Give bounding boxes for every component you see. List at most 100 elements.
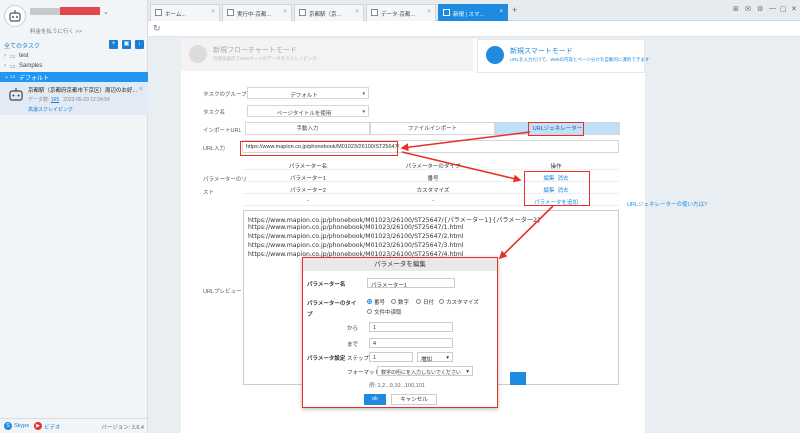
to-input[interactable]: 4	[369, 338, 453, 348]
sidebar: ⌄ 料金を払うに行く >> 全てのタスク + ▣ ↓ › ▭ test › ▭ …	[0, 0, 148, 433]
robot-icon	[9, 88, 23, 101]
import-url-label: インポートURL	[203, 128, 242, 134]
caret-down-icon: ▾	[466, 369, 469, 375]
close-icon[interactable]: ×	[355, 9, 359, 15]
smart-mode-title: 新規スマートモード	[510, 48, 573, 55]
preview-line: https://www.mapion.co.jp/phonebook/M0102…	[248, 233, 464, 240]
caret-down-icon: ▾	[446, 355, 449, 361]
step-label: ステップ	[347, 356, 370, 362]
mail-icon[interactable]: ✉	[745, 5, 751, 13]
close-icon[interactable]: ×	[427, 9, 431, 15]
ok-button[interactable]: ok	[364, 394, 386, 405]
folder-icon: ▭	[10, 64, 16, 70]
edit-param-dialog: パラメータを編集 パラメーター名 パラメーター1 パラメーターのタイ プ 番号 …	[302, 257, 498, 408]
radio-digits[interactable]	[391, 299, 396, 304]
import-icon[interactable]: ↓	[135, 40, 144, 49]
folder-icon: ▭	[10, 74, 16, 80]
version-label: バージョン: 3.6.4	[101, 425, 144, 431]
tab-home[interactable]: ホーム... ×	[150, 4, 220, 21]
task-data-count[interactable]: 165	[51, 97, 59, 103]
param-name-label: パラメーター名	[307, 282, 346, 288]
param-table-header: パラメーター名 パラメーターのタイプ 操作	[243, 160, 619, 170]
highlight-operations	[524, 171, 590, 206]
step-input[interactable]: 1	[369, 352, 413, 362]
tab-new-smart[interactable]: 新規 | スマ... ×	[438, 4, 508, 21]
profile: ⌄ 料金を払うに行く >>	[0, 0, 147, 38]
maximize-icon[interactable]: ▢	[780, 5, 787, 13]
tab-file-import[interactable]: ファイルインポート	[370, 122, 495, 135]
tab-running[interactable]: 実行中-京都... ×	[222, 4, 292, 21]
param-name-input[interactable]: パラメーター1	[367, 278, 455, 289]
preview-line: https://www.mapion.co.jp/phonebook/M0102…	[248, 224, 464, 231]
param-list-label-2: スト	[203, 190, 215, 196]
refresh-icon[interactable]: ↻	[153, 23, 161, 34]
video-link[interactable]: ビデオ	[44, 423, 61, 431]
gear-icon[interactable]: ⚙	[757, 5, 763, 13]
save-button[interactable]	[510, 372, 526, 385]
close-icon[interactable]: ×	[211, 9, 215, 15]
tab-kyoto[interactable]: 京都駅（京... ×	[294, 4, 364, 21]
url-input-label: URL入力	[203, 146, 226, 152]
robot-icon	[9, 10, 21, 22]
page-icon	[227, 9, 234, 16]
chevron-down-icon[interactable]: ⌄	[103, 8, 109, 16]
cancel-button[interactable]: キャンセル	[391, 394, 437, 405]
close-icon[interactable]: ×	[283, 9, 287, 15]
close-window-icon[interactable]: ✕	[791, 5, 797, 13]
group-samples[interactable]: › ▭ Samples	[0, 62, 148, 72]
group-select[interactable]: デフォルト ▾	[247, 87, 369, 99]
tab-data[interactable]: データ-京都... ×	[366, 4, 436, 21]
task-item[interactable]: 京都駅（京都府京都市下京区）周辺のお好... データ数: 165 2023-05…	[0, 82, 148, 115]
radio-custom[interactable]	[439, 299, 444, 304]
task-meta: データ数: 165 2023-05-29 12:34:54	[28, 97, 110, 103]
format-label: フォーマット	[347, 370, 381, 376]
url-preview-label: URLプレビュー	[203, 289, 242, 295]
video-icon: ▶	[34, 422, 42, 430]
gift-icon[interactable]: ⊞	[733, 5, 739, 13]
help-link[interactable]: URLジェネレーターの使い方は?	[627, 200, 707, 208]
format-select[interactable]: 数字の桁にを入力しないでください ▾	[377, 366, 473, 376]
task-name-select[interactable]: ページタイトルを使用 ▾	[247, 105, 369, 117]
from-input[interactable]: 1	[369, 322, 453, 332]
group-default[interactable]: ⌄ ▭ デフォルト	[0, 72, 148, 82]
radio-number[interactable]	[367, 299, 372, 304]
flowchart-mode-card[interactable]: 新規フローチャートモード 可視化操作でWebページのデータをスクレイピング、	[181, 39, 473, 71]
toolbar: ↻	[148, 21, 800, 37]
minimize-icon[interactable]: —	[769, 5, 776, 12]
pay-link[interactable]: 料金を払うに行く >>	[30, 27, 82, 35]
chevron-down-icon: ⌄	[4, 74, 10, 80]
tab-bar: ホーム... × 実行中-京都... × 京都駅（京... × データ-京都..…	[148, 0, 800, 21]
task-name-label: タスク名	[203, 110, 226, 116]
skype-icon: S	[4, 422, 12, 430]
radio-from-file[interactable]	[367, 309, 372, 314]
folder-icon: ▭	[10, 54, 16, 60]
smart-robot-icon	[486, 46, 504, 64]
sidebar-footer: S Skype ▶ ビデオ バージョン: 3.6.4	[0, 418, 148, 433]
close-icon[interactable]: ×	[139, 86, 143, 93]
group-test[interactable]: › ▭ test	[0, 52, 148, 62]
add-folder-icon[interactable]: ▣	[122, 40, 131, 49]
from-label: から	[347, 326, 359, 332]
param-settings-label: パラメータ設定	[307, 356, 346, 362]
radio-date[interactable]	[416, 299, 421, 304]
chevron-right-icon: ›	[4, 63, 6, 69]
caret-down-icon: ▾	[362, 109, 365, 115]
add-task-icon[interactable]: +	[109, 40, 118, 49]
page-icon	[443, 9, 450, 16]
close-icon[interactable]: ×	[499, 9, 503, 15]
avatar[interactable]	[4, 5, 26, 27]
task-list-header: 全てのタスク + ▣ ↓	[0, 38, 148, 50]
new-tab-button[interactable]: +	[512, 5, 517, 15]
preview-line: https://www.mapion.co.jp/phonebook/M0102…	[248, 217, 542, 224]
param-list-label: パラメーターのリ	[203, 177, 247, 183]
smart-mode-card[interactable]: 新規スマートモード URLを入力だけで、Webの内容とページ分けを自動的に識別で…	[477, 39, 649, 73]
tab-manual-input[interactable]: 手動入力	[245, 122, 370, 135]
format-example: 例: 1,2...9,10...100,101	[369, 383, 425, 389]
smart-mode-desc: URLを入力だけで、Webの内容とページ分けを自動的に識別できます	[510, 57, 650, 62]
chevron-right-icon: ›	[4, 53, 6, 59]
skype-link[interactable]: Skype	[14, 423, 29, 429]
param-type-label-2: プ	[307, 312, 313, 318]
step-mode-select[interactable]: 増加 ▾	[417, 352, 453, 363]
all-tasks-label[interactable]: 全てのタスク	[4, 41, 40, 50]
flowchart-icon	[189, 45, 207, 63]
